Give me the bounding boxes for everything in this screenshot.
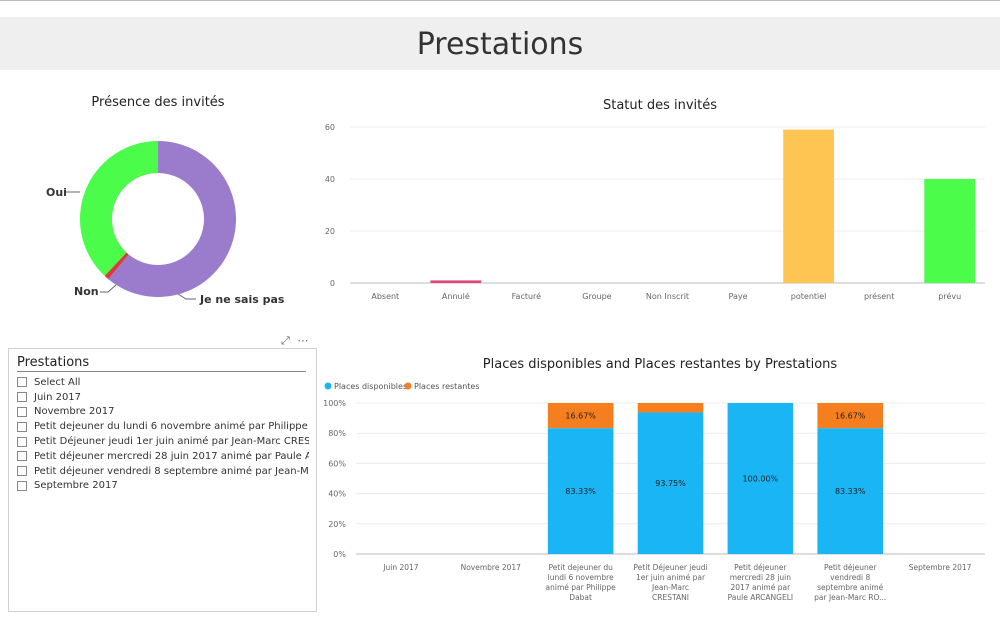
- donut-label-non: Non: [74, 285, 99, 298]
- places-data-label: 100.00%: [743, 475, 779, 484]
- places-y-tick: 60%: [328, 459, 346, 468]
- prestations-slicer: Prestations Select All Juin 2017 Novembre …: [8, 348, 317, 612]
- checkbox[interactable]: [17, 377, 27, 388]
- statut-y-tick: 60: [325, 123, 335, 132]
- slicer-item[interactable]: Septembre 2017: [17, 479, 309, 494]
- places-x-tick: Petit déjeuner vendredi 8 septembre animé p…: [814, 563, 886, 602]
- slicer-header-icons: ⤢ ⋯: [281, 334, 308, 348]
- donut-label-oui: Oui: [46, 186, 67, 199]
- places-data-label: 83.33%: [565, 487, 596, 496]
- slicer-item-label: Select All: [34, 376, 81, 388]
- places-y-tick: 0%: [333, 550, 346, 559]
- statut-x-tick: Annulé: [442, 291, 470, 301]
- legend-marker-0: [324, 382, 332, 390]
- places-bar-restantes-3[interactable]: [637, 403, 704, 413]
- donut-slice-oui[interactable]: [79, 141, 158, 276]
- places-x-tick: Juin 2017: [382, 563, 419, 572]
- donut-leader-non: [100, 284, 117, 293]
- places-data-label: 93.75%: [655, 479, 686, 488]
- statut-x-tick: potentiel: [791, 292, 827, 301]
- expand-icon[interactable]: ⤢: [281, 334, 290, 347]
- slicer-items: Select All Juin 2017 Novembre 2017 Petit de…: [17, 375, 309, 493]
- slicer-item-label: Petit dejeuner du lundi 6 novembre animé…: [34, 421, 309, 433]
- legend-label-0: Places disponibles: [334, 382, 407, 391]
- slicer-title: Prestations: [17, 355, 90, 370]
- window-top-border: [0, 0, 1000, 1]
- statut-bar-chart[interactable]: 0 20 40 60 Absent Annulé Facturé Groupe Non Insc…: [320, 115, 990, 315]
- places-x-tick: Petit déjeuner mercredi 28 juin 2017 animé…: [728, 563, 794, 602]
- places-x-tick: Novembre 2017: [461, 563, 522, 572]
- slicer-item[interactable]: Juin 2017: [17, 390, 309, 405]
- places-data-label: 16.67%: [565, 412, 596, 421]
- statut-x-tick: Facturé: [512, 291, 541, 301]
- page-title: Prestations: [416, 27, 584, 62]
- places-x-tick: Petit dejeuner du lundi 6 novembre animé p…: [546, 563, 617, 602]
- places-y-tick: 100%: [323, 399, 346, 408]
- donut-chart[interactable]: Oui Non Je ne sais pas: [40, 130, 300, 320]
- places-y-tick: 80%: [328, 429, 346, 438]
- slicer-item-label: Juin 2017: [34, 391, 82, 403]
- statut-x-tick: Groupe: [582, 292, 611, 301]
- statut-y-tick: 40: [325, 175, 335, 184]
- checkbox[interactable]: [17, 421, 27, 432]
- checkbox[interactable]: [17, 436, 27, 447]
- slicer-item-label: Petit déjeuner mercredi 28 juin 2017 ani…: [34, 450, 309, 462]
- slicer-item[interactable]: Petit dejeuner du lundi 6 novembre animé…: [17, 419, 309, 434]
- more-options-icon[interactable]: ⋯: [297, 334, 308, 347]
- slicer-item[interactable]: Select All: [17, 375, 309, 390]
- checkbox[interactable]: [17, 480, 27, 491]
- places-data-label: 83.33%: [835, 487, 866, 496]
- slicer-item-label: Novembre 2017: [34, 406, 115, 418]
- statut-x-tick: présent: [864, 291, 894, 301]
- statut-bar-6[interactable]: [783, 129, 835, 283]
- statut-x-tick: Non Inscrit: [646, 292, 689, 301]
- donut-title: Présence des invités: [91, 95, 225, 110]
- statut-x-tick: Paye: [729, 292, 748, 301]
- statut-bar-8[interactable]: [924, 179, 976, 283]
- donut-label-jnsp: Je ne sais pas: [199, 293, 285, 306]
- slicer-item-label: Petit déjeuner vendredi 8 septembre anim…: [34, 465, 309, 477]
- places-y-tick: 20%: [328, 520, 346, 529]
- slicer-item[interactable]: Novembre 2017: [17, 405, 309, 420]
- statut-bar-1[interactable]: [430, 280, 482, 283]
- statut-y-tick: 0: [330, 279, 335, 288]
- slicer-item-label: Septembre 2017: [34, 480, 118, 492]
- checkbox[interactable]: [17, 406, 27, 417]
- places-x-tick: Petit Déjeuner jeudi 1er juin animé par Je…: [633, 563, 707, 602]
- places-data-label: 16.67%: [835, 412, 866, 421]
- slicer-item-label: Petit Déjeuner jeudi 1er juin animé par …: [34, 436, 309, 448]
- places-y-tick: 40%: [328, 490, 346, 499]
- slicer-item[interactable]: Petit déjeuner vendredi 8 septembre anim…: [17, 464, 309, 479]
- slicer-item[interactable]: Petit Déjeuner jeudi 1er juin animé par …: [17, 434, 309, 449]
- statut-x-tick: Absent: [371, 292, 399, 301]
- statut-x-tick: prévu: [938, 291, 961, 301]
- slicer-divider: [17, 371, 306, 372]
- places-x-tick: Septembre 2017: [909, 563, 972, 572]
- statut-y-tick: 20: [325, 227, 335, 236]
- legend-label-1: Places restantes: [414, 382, 480, 391]
- statut-chart-title: Statut des invités: [602, 98, 718, 113]
- checkbox[interactable]: [17, 466, 27, 477]
- slicer-item[interactable]: Petit déjeuner mercredi 28 juin 2017 ani…: [17, 449, 309, 464]
- checkbox[interactable]: [17, 392, 27, 403]
- places-chart-title: Places disponibles and Places restantes …: [482, 357, 838, 372]
- checkbox[interactable]: [17, 451, 27, 462]
- legend-marker-1: [404, 382, 412, 390]
- donut-leader-jnsp: [177, 293, 196, 300]
- places-stacked-chart[interactable]: Places disponibles Places restantes 0% 20% 4…: [320, 378, 990, 616]
